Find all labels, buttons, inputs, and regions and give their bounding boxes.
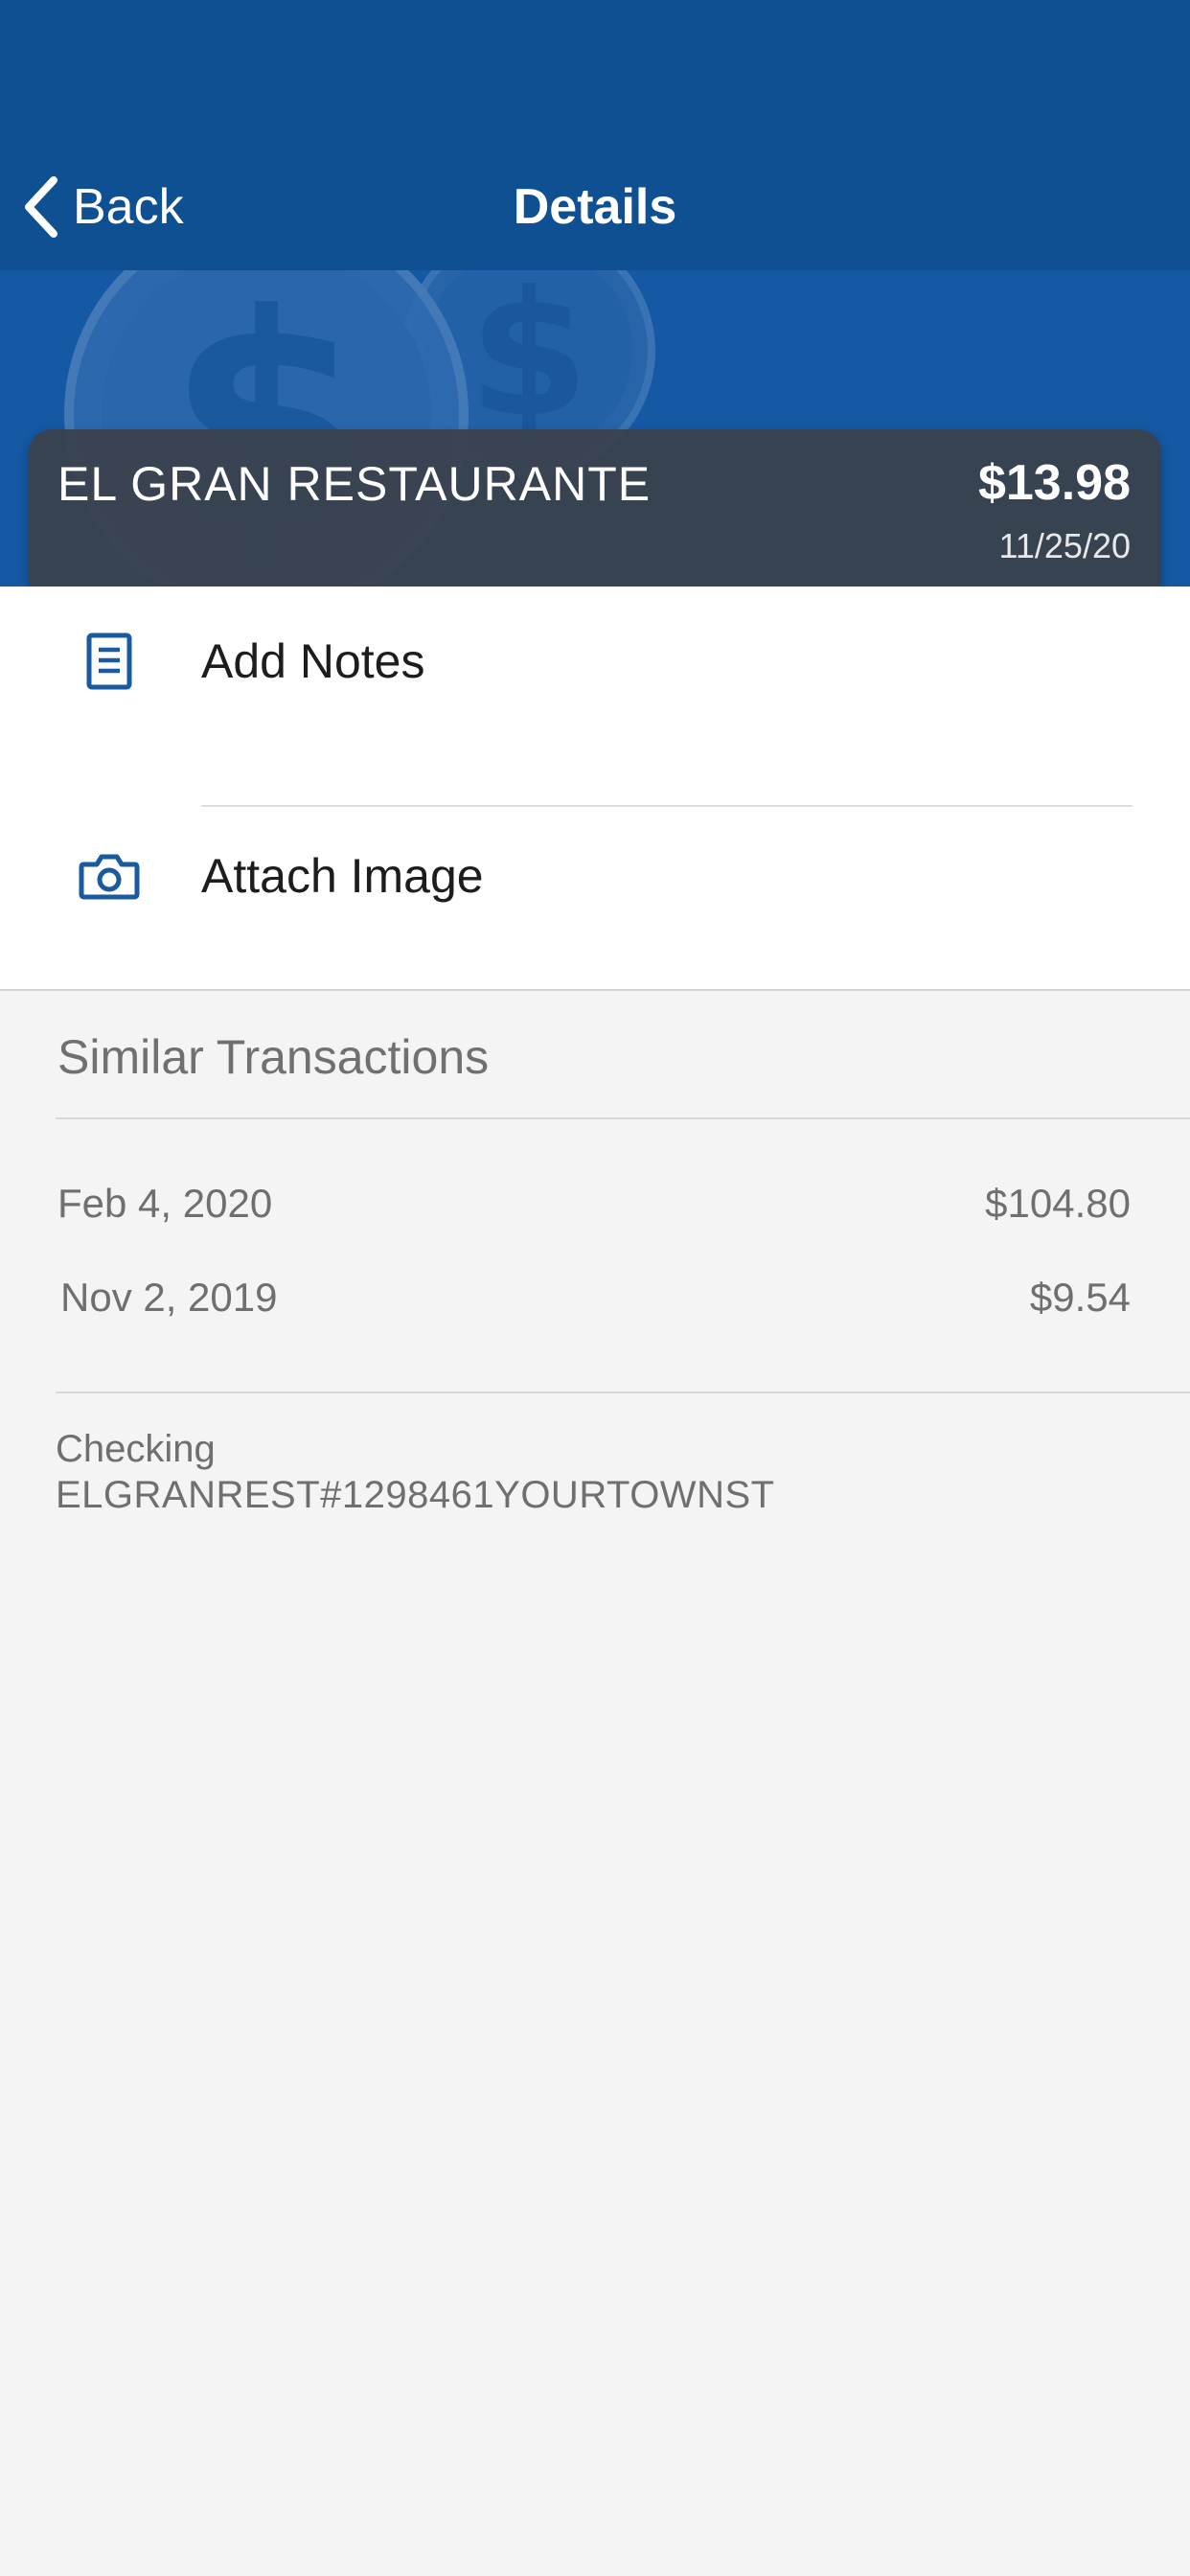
similar-transaction-row[interactable]: Nov 2, 2019 $9.54 — [57, 1269, 1131, 1326]
add-notes-label: Add Notes — [201, 634, 425, 688]
similar-transactions-heading: Similar Transactions — [57, 1030, 490, 1084]
merchant-name: EL GRAN RESTAURANTE — [57, 457, 652, 511]
page-title: Details — [513, 179, 677, 235]
attach-image-label: Attach Image — [201, 849, 484, 903]
similar-transaction-row[interactable]: Feb 4, 2020 $104.80 — [57, 1175, 1131, 1232]
statement-description: ELGRANREST#1298461YOURTOWNST — [56, 1474, 775, 1516]
svg-text:$: $ — [469, 270, 588, 455]
similar-transaction-amount: $104.80 — [985, 1181, 1131, 1226]
similar-transaction-date: Nov 2, 2019 — [60, 1275, 278, 1320]
divider — [56, 1117, 1190, 1119]
transaction-card: EL GRAN RESTAURANTE $13.98 11/25/20 — [29, 429, 1161, 600]
camera-icon — [75, 841, 144, 910]
divider — [56, 1392, 1190, 1393]
navigation-bar: Back Details — [0, 0, 1190, 270]
attach-image-button[interactable]: Attach Image — [0, 801, 1190, 951]
similar-transaction-amount: $9.54 — [1029, 1275, 1131, 1320]
account-name: Checking — [56, 1428, 216, 1470]
actions-list: Add Notes Attach Image — [0, 586, 1190, 991]
transaction-amount: $13.98 — [977, 455, 1131, 511]
notes-icon — [75, 627, 144, 696]
add-notes-button[interactable]: Add Notes — [0, 586, 1190, 736]
transaction-date: 11/25/20 — [998, 526, 1131, 565]
similar-transaction-date: Feb 4, 2020 — [57, 1181, 273, 1226]
